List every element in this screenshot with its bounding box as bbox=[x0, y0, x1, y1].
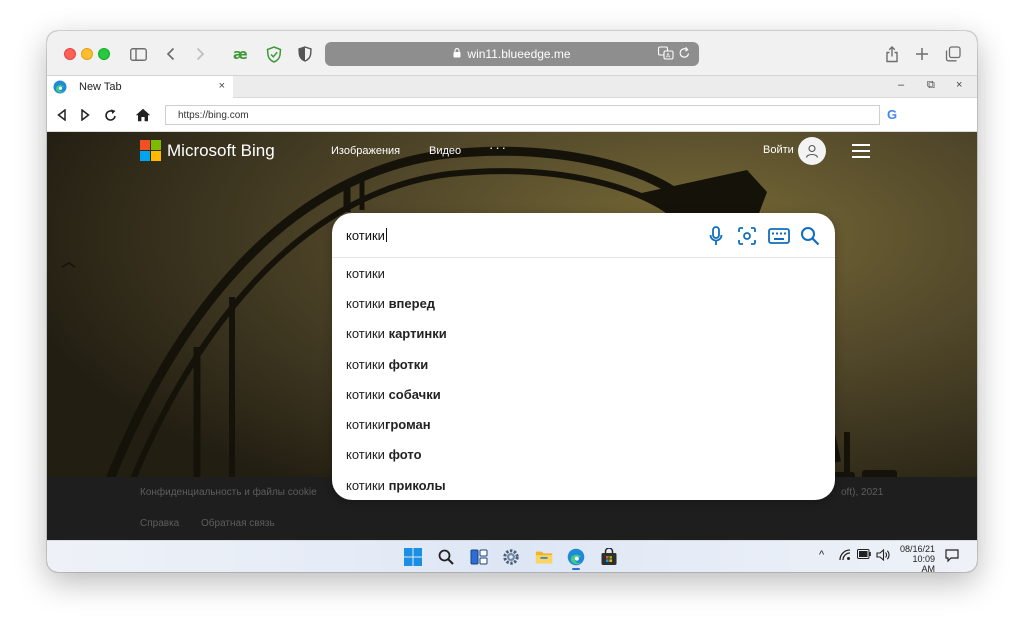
suggestion-item[interactable]: котики собачки bbox=[332, 379, 835, 409]
forward-icon[interactable] bbox=[192, 44, 208, 64]
search-panel: котики котики котики вперед котики карти… bbox=[332, 213, 835, 500]
minimize-window-button[interactable] bbox=[81, 48, 93, 60]
svg-text:æ: æ bbox=[233, 47, 248, 61]
zoom-window-button[interactable] bbox=[98, 48, 110, 60]
address-input[interactable]: https://bing.com bbox=[165, 105, 880, 125]
battery-icon[interactable] bbox=[857, 549, 871, 559]
suggestion-item[interactable]: котики картинки bbox=[332, 319, 835, 349]
refresh-icon[interactable] bbox=[103, 107, 117, 123]
volume-icon[interactable] bbox=[876, 549, 890, 561]
bing-logo[interactable]: Microsoft Bing bbox=[140, 140, 275, 161]
address-text: https://bing.com bbox=[178, 109, 249, 121]
windows-start-icon[interactable] bbox=[404, 548, 422, 566]
window-close-button[interactable]: × bbox=[956, 79, 962, 91]
taskbar-search-icon[interactable] bbox=[437, 548, 455, 566]
reload-icon[interactable] bbox=[678, 46, 691, 63]
tab-new-tab[interactable]: New Tab × bbox=[47, 76, 233, 98]
suggestion-list: котики котики вперед котики картинки кот… bbox=[332, 258, 835, 500]
notification-icon[interactable] bbox=[945, 549, 959, 562]
tab-overview-icon[interactable] bbox=[944, 44, 962, 64]
edge-tab-strip: New Tab × – ⧉ × bbox=[47, 76, 977, 98]
safari-url-field[interactable]: win11.blueedge.me A bbox=[325, 42, 699, 66]
taskbar-clock[interactable]: 08/16/21 10:09 AM bbox=[895, 544, 935, 572]
translate-icon[interactable]: A bbox=[657, 46, 674, 63]
tab-title: New Tab bbox=[79, 81, 122, 93]
microphone-icon[interactable] bbox=[704, 224, 728, 248]
back-triangle-icon[interactable] bbox=[55, 107, 67, 123]
search-input[interactable]: котики bbox=[332, 213, 835, 258]
privacy-shield-icon[interactable] bbox=[297, 44, 313, 64]
user-icon bbox=[805, 144, 819, 158]
bing-brand-text: Microsoft Bing bbox=[167, 140, 275, 160]
visual-search-icon[interactable] bbox=[735, 224, 759, 248]
home-icon[interactable] bbox=[135, 107, 151, 123]
clock-time: 10:09 bbox=[912, 554, 935, 564]
wifi-icon[interactable] bbox=[839, 549, 851, 561]
keyboard-icon[interactable] bbox=[766, 224, 792, 248]
sidebar-icon[interactable] bbox=[128, 44, 148, 64]
lock-icon bbox=[453, 47, 461, 61]
help-link[interactable]: Справка bbox=[140, 518, 179, 529]
nav-more-button[interactable]: ··· bbox=[489, 140, 508, 155]
safari-url-text: win11.blueedge.me bbox=[467, 47, 571, 61]
privacy-link[interactable]: Конфиденциальность и файлы cookie bbox=[140, 487, 317, 498]
suggestion-item[interactable]: котики вперед bbox=[332, 288, 835, 318]
settings-gear-icon[interactable] bbox=[502, 548, 520, 566]
suggestion-item[interactable]: котики громан bbox=[332, 409, 835, 439]
safari-toolbar: æ win11.blueedge.me A bbox=[47, 31, 977, 76]
text-caret bbox=[385, 228, 387, 242]
extension-ae-icon[interactable]: æ bbox=[232, 44, 254, 64]
edge-taskbar-icon[interactable] bbox=[567, 548, 585, 570]
tab-close-icon[interactable]: × bbox=[219, 80, 225, 92]
back-icon[interactable] bbox=[162, 44, 178, 64]
avatar[interactable] bbox=[798, 137, 826, 165]
search-query-text: котики bbox=[346, 228, 385, 243]
microsoft-logo-icon bbox=[140, 140, 161, 161]
copyright-text: oft), 2021 bbox=[841, 487, 884, 498]
tray-overflow-chevron[interactable]: ^ bbox=[819, 549, 824, 561]
new-tab-plus-icon[interactable] bbox=[913, 44, 931, 64]
suggestion-item[interactable]: котики фото bbox=[332, 440, 835, 470]
window-restore-button[interactable]: ⧉ bbox=[927, 79, 935, 92]
edge-address-bar: https://bing.com G bbox=[47, 98, 977, 132]
task-view-icon[interactable] bbox=[470, 548, 488, 566]
suggestion-item[interactable]: котики фотки bbox=[332, 349, 835, 379]
forward-triangle-icon[interactable] bbox=[79, 107, 91, 123]
google-search-icon[interactable]: G bbox=[887, 107, 897, 122]
bing-page: Microsoft Bing Изображения Видео ··· Вой… bbox=[47, 132, 977, 540]
edge-icon bbox=[53, 80, 67, 97]
window-minimize-button[interactable]: – bbox=[898, 79, 904, 91]
shield-check-icon[interactable] bbox=[265, 44, 283, 64]
suggestion-item[interactable]: котики приколы bbox=[332, 470, 835, 500]
share-icon[interactable] bbox=[883, 44, 901, 64]
windows-taskbar: ^ 08/16/21 10:09 AM bbox=[47, 540, 977, 572]
nav-videos[interactable]: Видео bbox=[429, 145, 461, 157]
file-explorer-icon[interactable] bbox=[535, 548, 553, 566]
clock-ampm: AM bbox=[921, 564, 936, 572]
close-window-button[interactable] bbox=[64, 48, 76, 60]
feedback-link[interactable]: Обратная связь bbox=[201, 518, 275, 529]
active-app-indicator bbox=[572, 568, 580, 570]
signin-link[interactable]: Войти bbox=[763, 144, 794, 156]
mac-window: æ win11.blueedge.me A New Tab × – ⧉ × ht… bbox=[47, 31, 977, 572]
nav-images[interactable]: Изображения bbox=[331, 145, 400, 157]
clock-date: 08/16/21 bbox=[899, 544, 935, 554]
suggestion-item[interactable]: котики bbox=[332, 258, 835, 288]
search-icon[interactable] bbox=[798, 224, 822, 248]
hamburger-menu-icon[interactable] bbox=[852, 144, 870, 158]
store-icon[interactable] bbox=[600, 548, 618, 566]
